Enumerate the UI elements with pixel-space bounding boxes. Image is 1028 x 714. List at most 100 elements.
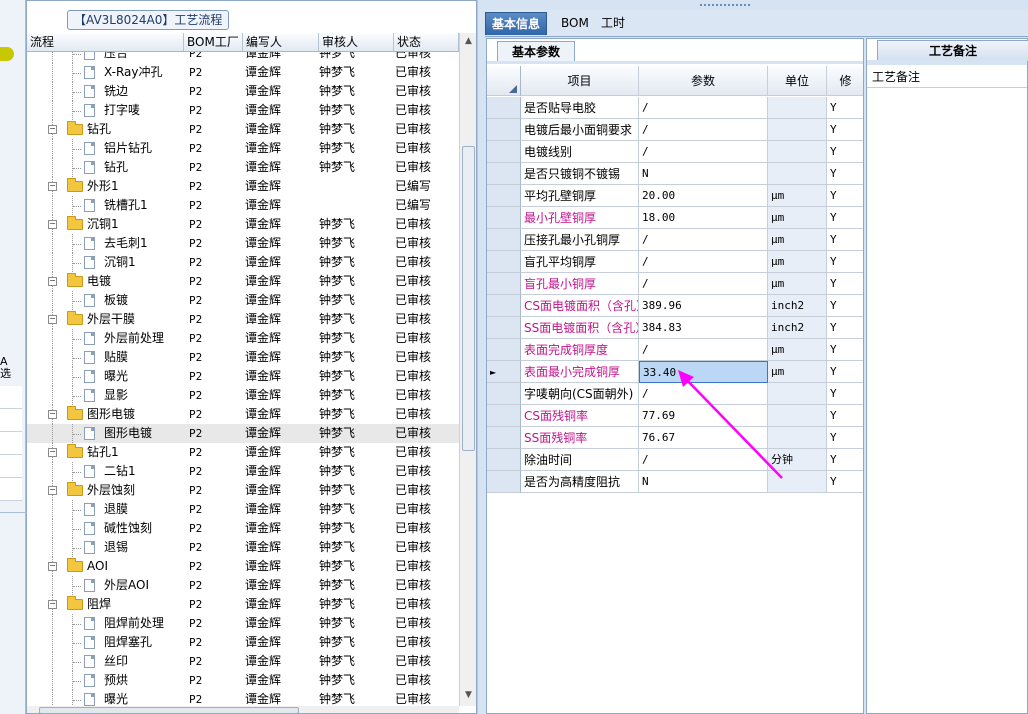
column-header[interactable]: 审核人 xyxy=(319,33,394,51)
params-column-header[interactable]: 参数 xyxy=(639,66,768,96)
param-row[interactable]: 盲孔平均铜厚 / μm Y xyxy=(487,251,863,273)
params-column-header[interactable]: 修 xyxy=(827,66,863,96)
tree-row[interactable]: 阻焊前处理 P2 谭金辉 钟梦飞 已审核 xyxy=(27,614,459,633)
row-indicator[interactable] xyxy=(487,427,521,449)
expander-icon[interactable]: − xyxy=(48,182,57,191)
tree-row[interactable]: − 沉铜1 P2 谭金辉 钟梦飞 已审核 xyxy=(27,215,459,234)
row-indicator[interactable] xyxy=(487,295,521,317)
tree-row[interactable]: 板镀 P2 谭金辉 钟梦飞 已审核 xyxy=(27,291,459,310)
tab-work-hours[interactable]: 工时 xyxy=(595,12,631,34)
row-indicator[interactable] xyxy=(487,119,521,141)
tree-row[interactable]: X-Ray冲孔 P2 谭金辉 钟梦飞 已审核 xyxy=(27,63,459,82)
row-indicator[interactable] xyxy=(487,317,521,339)
tree-row[interactable]: 打字唛 P2 谭金辉 钟梦飞 已审核 xyxy=(27,101,459,120)
row-indicator[interactable] xyxy=(487,471,521,493)
tree-row[interactable]: 退膜 P2 谭金辉 钟梦飞 已审核 xyxy=(27,500,459,519)
column-header[interactable]: BOM工厂 xyxy=(184,33,243,51)
param-value-cell[interactable]: / xyxy=(639,229,768,251)
tab-basic-params[interactable]: 基本参数 xyxy=(497,41,576,62)
row-indicator[interactable] xyxy=(487,163,521,185)
scroll-down-arrow-icon[interactable]: ▼ xyxy=(463,690,474,700)
tree-row[interactable]: 图形电镀 P2 谭金辉 钟梦飞 已审核 xyxy=(27,424,459,443)
column-header[interactable]: 编写人 xyxy=(243,33,319,51)
vertical-scrollbar[interactable]: ▲ ▼ xyxy=(459,33,476,706)
tree-row[interactable]: 铣边 P2 谭金辉 钟梦飞 已审核 xyxy=(27,82,459,101)
expander-icon[interactable]: − xyxy=(48,486,57,495)
param-row[interactable]: 平均孔壁铜厚 20.00 μm Y xyxy=(487,185,863,207)
tree-row[interactable]: − 外层蚀刻 P2 谭金辉 钟梦飞 已审核 xyxy=(27,481,459,500)
row-indicator[interactable] xyxy=(487,141,521,163)
expander-icon[interactable]: − xyxy=(48,562,57,571)
tree-row[interactable]: 曝光 P2 谭金辉 钟梦飞 已审核 xyxy=(27,367,459,386)
expander-icon[interactable]: − xyxy=(48,315,57,324)
params-column-header[interactable]: 项目 xyxy=(521,66,639,96)
expander-icon[interactable]: − xyxy=(48,448,57,457)
params-column-header[interactable]: 单位 xyxy=(768,66,827,96)
grip-dots[interactable] xyxy=(700,4,750,9)
column-header[interactable]: 状态 xyxy=(394,33,459,51)
tree-row[interactable]: 贴膜 P2 谭金辉 钟梦飞 已审核 xyxy=(27,348,459,367)
row-indicator[interactable] xyxy=(487,251,521,273)
param-row[interactable]: 盲孔最小铜厚 / μm Y xyxy=(487,273,863,295)
tree-row[interactable]: 丝印 P2 谭金辉 钟梦飞 已审核 xyxy=(27,652,459,671)
param-value-cell[interactable]: 18.00 xyxy=(639,207,768,229)
tree-row[interactable]: 压合 P2 谭金辉 钟梦飞 已审核 xyxy=(27,52,459,63)
param-value-cell[interactable]: 20.00 xyxy=(639,185,768,207)
param-value-cell[interactable]: / xyxy=(639,97,768,119)
tab-process-notes[interactable]: 工艺备注 xyxy=(877,40,1028,61)
tree-row[interactable]: − 图形电镀 P2 谭金辉 钟梦飞 已审核 xyxy=(27,405,459,424)
tree-row[interactable]: − 外形1 P2 谭金辉 已编写 xyxy=(27,177,459,196)
row-indicator[interactable] xyxy=(487,383,521,405)
row-indicator[interactable] xyxy=(487,405,521,427)
tree-row[interactable]: 外层AOI P2 谭金辉 钟梦飞 已审核 xyxy=(27,576,459,595)
tree-row[interactable]: 显影 P2 谭金辉 钟梦飞 已审核 xyxy=(27,386,459,405)
expander-icon[interactable]: − xyxy=(48,125,57,134)
tree-row[interactable]: − 电镀 P2 谭金辉 钟梦飞 已审核 xyxy=(27,272,459,291)
row-indicator[interactable] xyxy=(487,185,521,207)
row-indicator[interactable]: ► xyxy=(487,361,521,383)
param-row[interactable]: 电镀线别 / Y xyxy=(487,141,863,163)
expander-icon[interactable]: − xyxy=(48,220,57,229)
tree-row[interactable]: 曝光 P2 谭金辉 钟梦飞 已审核 xyxy=(27,690,459,706)
param-row[interactable]: 表面完成铜厚度 / μm Y xyxy=(487,339,863,361)
scroll-up-arrow-icon[interactable]: ▲ xyxy=(463,36,474,46)
tree-row[interactable]: 去毛刺1 P2 谭金辉 钟梦飞 已审核 xyxy=(27,234,459,253)
param-value-cell[interactable]: / xyxy=(639,339,768,361)
tree-row[interactable]: − 钻孔1 P2 谭金辉 钟梦飞 已审核 xyxy=(27,443,459,462)
tab-bom[interactable]: BOM xyxy=(555,12,595,34)
tree-row[interactable]: 二钻1 P2 谭金辉 钟梦飞 已审核 xyxy=(27,462,459,481)
param-value-cell[interactable]: 384.83 xyxy=(639,317,768,339)
tab-basic-info[interactable]: 基本信息 xyxy=(485,12,548,35)
tree-row[interactable]: 阻焊塞孔 P2 谭金辉 钟梦飞 已审核 xyxy=(27,633,459,652)
scrollbar-thumb[interactable] xyxy=(39,707,299,713)
tree-row[interactable]: 退锡 P2 谭金辉 钟梦飞 已审核 xyxy=(27,538,459,557)
tree-row[interactable]: − 钻孔 P2 谭金辉 钟梦飞 已审核 xyxy=(27,120,459,139)
param-row[interactable]: 是否贴导电胶 / Y xyxy=(487,97,863,119)
tree-row[interactable]: 铝片钻孔 P2 谭金辉 钟梦飞 已审核 xyxy=(27,139,459,158)
param-value-cell[interactable]: / xyxy=(639,273,768,295)
param-row[interactable]: 电镀后最小面铜要求 / Y xyxy=(487,119,863,141)
panel-splitter[interactable] xyxy=(477,0,485,714)
scrollbar-thumb[interactable] xyxy=(462,146,475,451)
tree-row[interactable]: 碱性蚀刻 P2 谭金辉 钟梦飞 已审核 xyxy=(27,519,459,538)
tree-row[interactable]: 铣槽孔1 P2 谭金辉 已编写 xyxy=(27,196,459,215)
param-value-cell[interactable]: N xyxy=(639,163,768,185)
row-indicator[interactable] xyxy=(487,273,521,295)
column-header[interactable]: 流程 xyxy=(27,33,184,51)
param-value-cell[interactable]: / xyxy=(639,141,768,163)
row-indicator[interactable] xyxy=(487,449,521,471)
expander-icon[interactable]: − xyxy=(48,410,57,419)
expander-icon[interactable]: − xyxy=(48,600,57,609)
row-indicator[interactable] xyxy=(487,207,521,229)
tree-row[interactable]: 钻孔 P2 谭金辉 钟梦飞 已审核 xyxy=(27,158,459,177)
param-row[interactable]: CS面电镀面积（含孔） 389.96 inch2 Y xyxy=(487,295,863,317)
tree-row[interactable]: 外层前处理 P2 谭金辉 钟梦飞 已审核 xyxy=(27,329,459,348)
param-row[interactable]: 是否只镀铜不镀锡 N Y xyxy=(487,163,863,185)
param-value-cell[interactable]: 389.96 xyxy=(639,295,768,317)
row-indicator[interactable] xyxy=(487,339,521,361)
tree-row[interactable]: − 阻焊 P2 谭金辉 钟梦飞 已审核 xyxy=(27,595,459,614)
tree-row[interactable]: 预烘 P2 谭金辉 钟梦飞 已审核 xyxy=(27,671,459,690)
tree-row[interactable]: 沉铜1 P2 谭金辉 钟梦飞 已审核 xyxy=(27,253,459,272)
param-value-cell[interactable]: / xyxy=(639,119,768,141)
horizontal-scrollbar[interactable] xyxy=(27,706,459,713)
